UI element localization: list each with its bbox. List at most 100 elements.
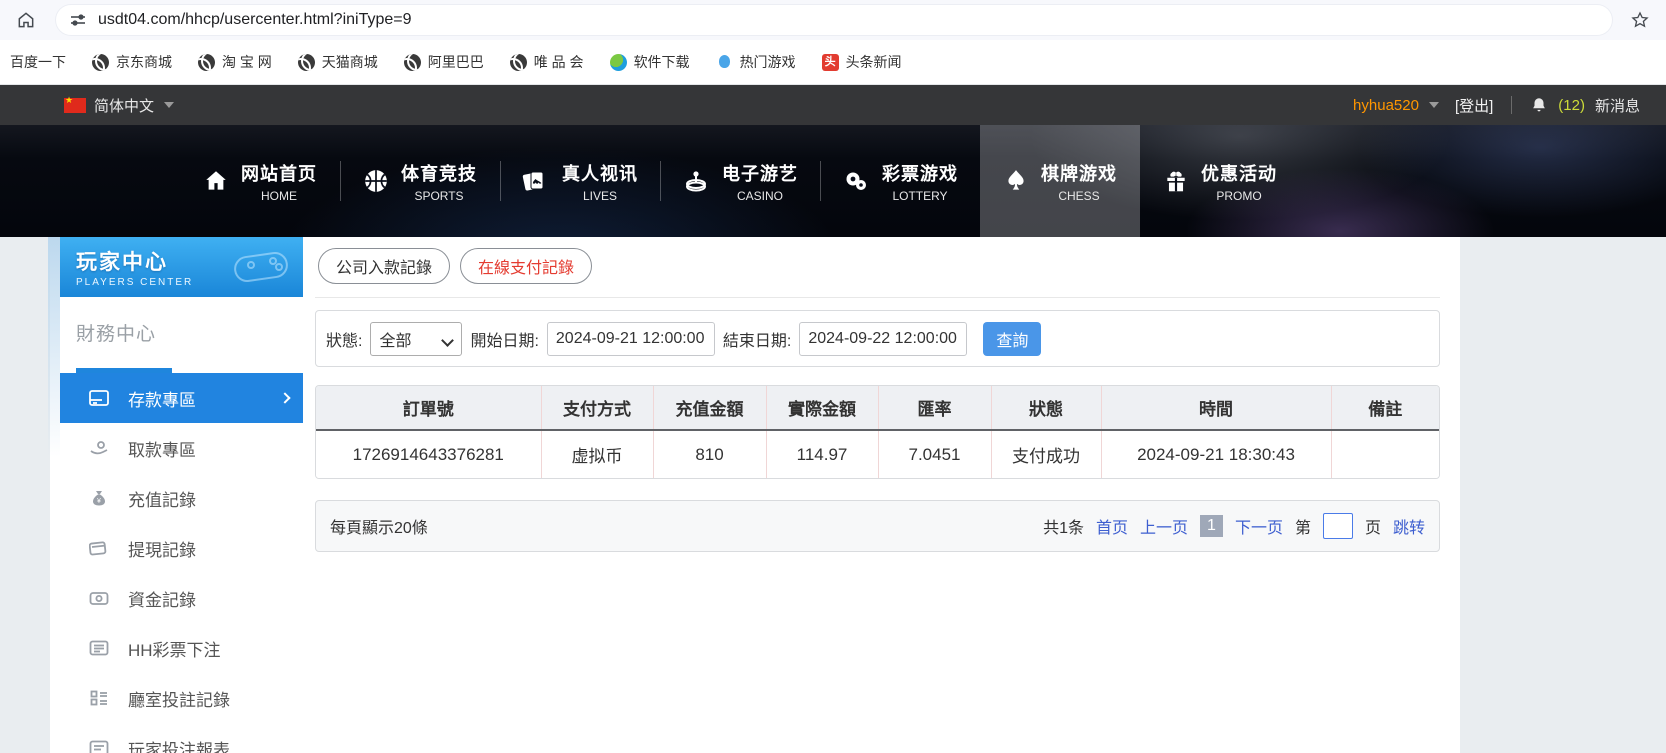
chevron-down-icon	[164, 102, 175, 108]
sidebar-item-recharge-records[interactable]: ¥ 充值記錄	[60, 473, 303, 523]
bookmark-games[interactable]: 热门游戏	[715, 52, 796, 72]
col-pay-method: 支付方式	[540, 386, 653, 431]
address-bar[interactable]: usdt04.com/hhcp/usercenter.html?iniType=…	[56, 5, 1612, 35]
star-icon	[1630, 10, 1650, 30]
url-text: usdt04.com/hhcp/usercenter.html?iniType=…	[98, 11, 412, 28]
sidebar-item-hh-lottery-bets[interactable]: HH彩票下注	[60, 623, 303, 673]
cell-actual-amount: 114.97	[765, 430, 878, 478]
penguin-icon	[715, 53, 733, 71]
decor-strip	[48, 237, 60, 457]
spade-icon	[1003, 168, 1029, 194]
divider	[315, 297, 1440, 298]
cell-remark	[1330, 430, 1439, 478]
tab-online-payment-records[interactable]: 在線支付記錄	[460, 248, 593, 284]
globe-icon	[198, 53, 215, 71]
records-table: 訂單號 支付方式 充值金額 實際金額 匯率 狀態 時間 備註 172691464…	[315, 385, 1440, 479]
col-time: 時間	[1100, 386, 1331, 431]
bookmarks-bar: 百度一下 京东商城 淘 宝 网 天猫商城 阿里巴巴 唯 品 会 软件下载 热门游…	[0, 40, 1666, 85]
col-actual-amount: 實際金額	[765, 386, 878, 431]
withdraw-hand-icon	[88, 440, 110, 456]
table-row: 1726914643376281 虚拟币 810 114.97 7.0451 支…	[316, 430, 1439, 478]
finance-section-header: 財務中心	[60, 297, 303, 373]
status-select[interactable]: 全部	[370, 321, 463, 356]
bookmark-alibaba[interactable]: 阿里巴巴	[403, 52, 484, 72]
status-label: 狀態:	[326, 332, 363, 350]
purse-icon	[88, 590, 110, 606]
nav-item-sports[interactable]: 体育竞技 SPORTS	[340, 125, 500, 237]
bookmark-baidu[interactable]: 百度一下	[10, 52, 66, 72]
cell-status: 支付成功	[990, 430, 1101, 478]
tab-company-deposit-records[interactable]: 公司入款記錄	[318, 248, 451, 284]
cell-pay-method: 虚拟币	[540, 430, 653, 478]
sidebar-item-player-bet-report[interactable]: 玩家投注報表	[60, 723, 303, 753]
nav-item-promo[interactable]: 优惠活动 PROMO	[1140, 125, 1300, 237]
site-info-icon[interactable]	[70, 12, 86, 28]
table-header-row: 訂單號 支付方式 充值金額 實際金額 匯率 狀態 時間 備註	[316, 386, 1439, 431]
start-date-input[interactable]	[546, 321, 715, 356]
username[interactable]: hyhua520	[1353, 97, 1419, 114]
home-icon	[16, 10, 36, 30]
page-size-text: 每頁顯示20條	[330, 520, 428, 537]
new-messages-link[interactable]: 新消息	[1595, 95, 1640, 116]
lottery-balls-icon	[842, 168, 870, 194]
cell-recharge-amount: 810	[652, 430, 766, 478]
globe-icon	[509, 53, 527, 71]
sidebar: 玩家中心 PLAYERS CENTER 財務中心 存款專區 取款專區 ¥ 充值記…	[60, 237, 303, 753]
bookmark-star-button[interactable]	[1626, 6, 1654, 34]
bookmark-taobao[interactable]: 淘 宝 网	[198, 52, 272, 72]
filter-bar: 狀態: 全部 開始日期: 結束日期: 查詢	[315, 310, 1440, 367]
first-page-link[interactable]: 首页	[1096, 514, 1128, 538]
sidebar-item-fund-records[interactable]: 資金記錄	[60, 573, 303, 623]
jump-link[interactable]: 跳转	[1393, 514, 1425, 538]
toutiao-icon: 头	[821, 53, 839, 71]
page-jump-input[interactable]	[1322, 513, 1353, 539]
account-bar: 简体中文 hyhua520 [登出] (12) 新消息	[0, 85, 1666, 125]
basketball-icon	[363, 168, 389, 194]
chevron-right-icon	[279, 392, 291, 404]
end-date-label: 結束日期:	[722, 332, 792, 350]
nav-item-home[interactable]: 网站首页 HOME	[180, 125, 340, 237]
nav-item-lives[interactable]: 真人视讯 LIVES	[500, 125, 660, 237]
report-icon	[88, 740, 110, 753]
next-page-link[interactable]: 下一页	[1235, 514, 1283, 538]
sidebar-item-withdraw-records[interactable]: 提現記錄	[60, 523, 303, 573]
home-button[interactable]	[12, 6, 40, 34]
globe-icon	[297, 53, 315, 71]
sidebar-menu: 存款專區 取款專區 ¥ 充值記錄 提現記錄 資金記錄 HH彩票下注 廳室投註記錄…	[60, 373, 303, 753]
col-order-no: 訂單號	[316, 386, 541, 431]
globe-icon	[403, 53, 421, 71]
sidebar-item-hall-bet-records[interactable]: 廳室投註記錄	[60, 673, 303, 723]
jump-prefix: 第	[1294, 520, 1311, 537]
prev-page-link[interactable]: 上一页	[1140, 514, 1188, 538]
nav-item-lottery[interactable]: 彩票游戏 LOTTERY	[820, 125, 980, 237]
divider	[1511, 96, 1513, 114]
nav-item-casino[interactable]: 电子游艺 CASINO	[660, 125, 820, 237]
current-page: 1	[1200, 515, 1223, 537]
language-selector[interactable]: 简体中文	[64, 95, 175, 116]
software-icon	[609, 53, 627, 71]
bookmark-vip[interactable]: 唯 品 会	[509, 52, 584, 72]
bookmark-toutiao[interactable]: 头头条新闻	[821, 52, 902, 72]
search-button[interactable]: 查詢	[983, 321, 1042, 356]
sidebar-item-withdraw[interactable]: 取款專區	[60, 423, 303, 473]
bookmark-software[interactable]: 软件下载	[609, 52, 690, 72]
sidebar-item-deposit[interactable]: 存款專區	[60, 373, 303, 423]
col-status: 狀態	[990, 386, 1101, 431]
logout-button[interactable]: [登出]	[1455, 95, 1493, 116]
bookmark-tmall[interactable]: 天猫商城	[297, 52, 378, 72]
nav-item-chess[interactable]: 棋牌游戏 CHESS	[980, 125, 1140, 237]
joystick-icon	[682, 168, 710, 194]
money-bag-icon: ¥	[88, 489, 110, 507]
svg-text:¥: ¥	[97, 498, 101, 505]
chevron-down-icon	[1428, 102, 1439, 108]
end-date-input[interactable]	[799, 321, 968, 356]
message-count: (12)	[1558, 96, 1585, 114]
finance-section-title: 財務中心	[76, 324, 157, 345]
bookmark-jd[interactable]: 京东商城	[92, 52, 172, 72]
total-count: 共1条	[1043, 520, 1084, 537]
start-date-label: 開始日期:	[470, 332, 539, 350]
notification-bell-icon[interactable]	[1530, 96, 1548, 114]
cell-time: 2024-09-21 18:30:43	[1100, 430, 1331, 478]
china-flag-icon	[64, 95, 86, 113]
browser-toolbar: usdt04.com/hhcp/usercenter.html?iniType=…	[0, 0, 1666, 40]
